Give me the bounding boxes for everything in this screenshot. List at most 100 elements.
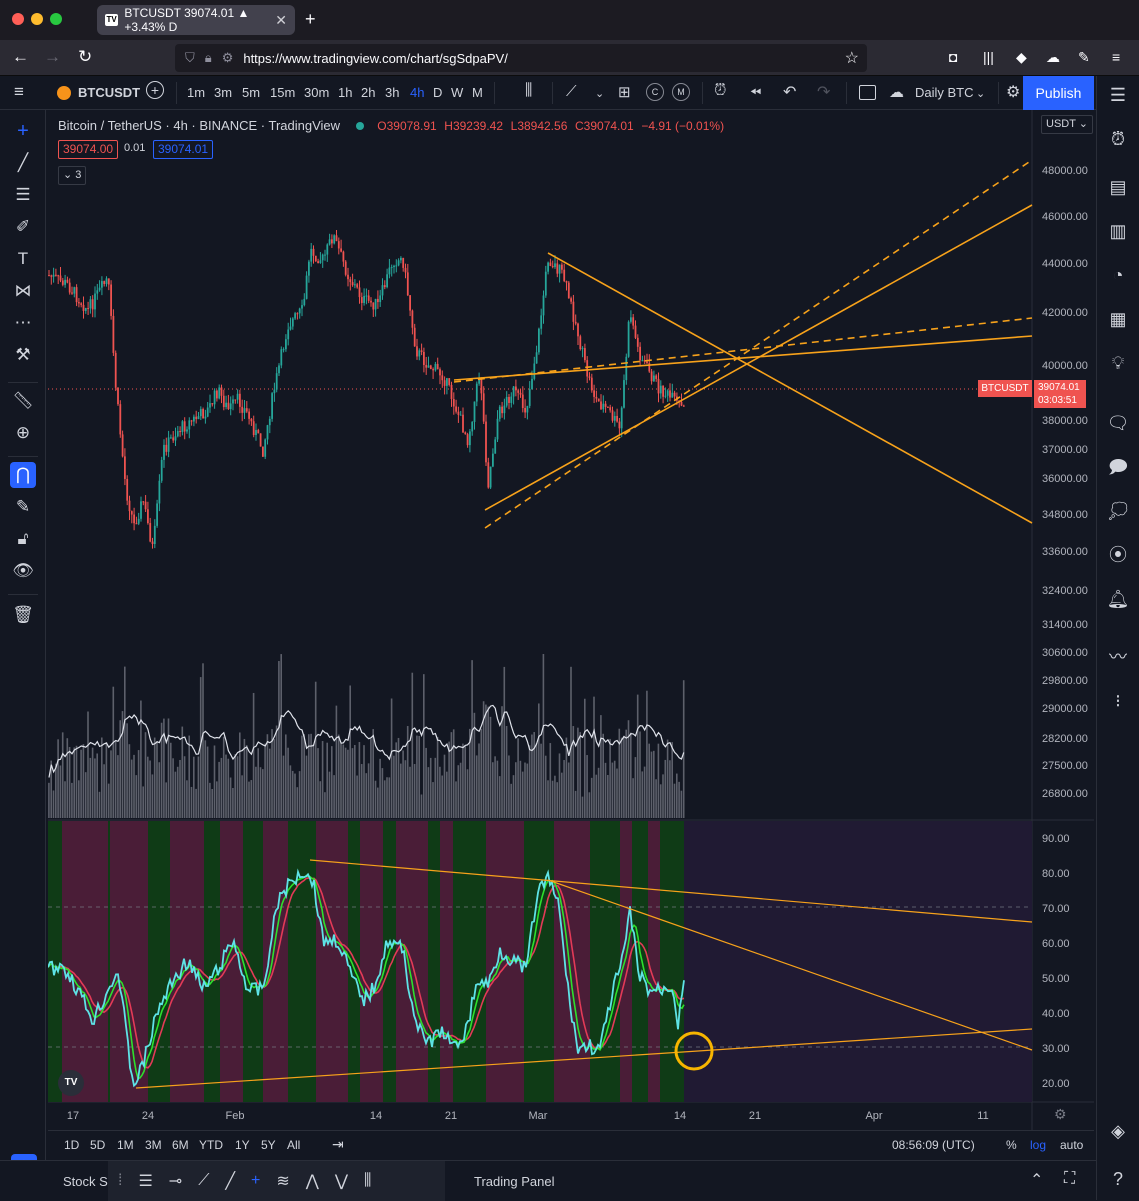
- horizontal-ray-icon[interactable]: ⊸: [169, 1171, 182, 1191]
- symbol-title[interactable]: Bitcoin / TetherUS · 4h · BINANCE · Trad…: [58, 118, 340, 133]
- layers-icon[interactable]: ◈: [1105, 1118, 1131, 1144]
- trading-panel-tab[interactable]: Trading Panel: [474, 1174, 554, 1189]
- idea-stream-icon[interactable]: 💭︎: [1105, 498, 1131, 524]
- interval-3h[interactable]: 3h: [385, 85, 399, 100]
- trend-drawings[interactable]: [453, 159, 1033, 529]
- range-1y[interactable]: 1Y: [235, 1138, 250, 1152]
- indicators-icon[interactable]: ⟋: [566, 83, 577, 100]
- lock-drawings-icon[interactable]: 🔓︎: [10, 526, 36, 552]
- redo-icon[interactable]: ↷: [817, 82, 830, 102]
- stay-in-drawing-mode-icon[interactable]: ✎: [10, 494, 36, 520]
- compare-symbol-button[interactable]: +: [146, 81, 164, 99]
- main-menu-icon[interactable]: ≡: [14, 82, 24, 102]
- descending-trendline[interactable]: [547, 252, 1033, 524]
- streams-chat-icon[interactable]: 🗩︎: [1105, 454, 1131, 480]
- menu-icon[interactable]: ≡: [1112, 49, 1120, 65]
- axis-settings-gear-icon[interactable]: ⚙︎: [1054, 1106, 1067, 1123]
- maximize-window-button[interactable]: [50, 13, 62, 25]
- candles-chart-type-icon[interactable]: ⫼: [525, 82, 532, 100]
- ascending-trendline-dashed[interactable]: [484, 159, 1033, 529]
- shapes-icon[interactable]: ⚒: [10, 342, 36, 368]
- buy-price-box[interactable]: 39074.01: [153, 140, 214, 159]
- shield-icon[interactable]: ⛉: [185, 50, 195, 66]
- prediction-icon[interactable]: ⋯: [10, 310, 36, 336]
- currency-selector[interactable]: USDT ⌄: [1041, 115, 1094, 134]
- hotlist-fire-icon[interactable]: ◔: [1105, 262, 1131, 288]
- forward-button[interactable]: →: [44, 48, 61, 66]
- goto-date-icon[interactable]: ⇥: [332, 1136, 344, 1153]
- library-icon[interactable]: |||: [983, 49, 994, 65]
- url-bar[interactable]: ⛉ 🔒︎ ⚙︎ https://www.tradingview.com/char…: [175, 44, 867, 72]
- broadcast-icon[interactable]: ⦿: [1105, 542, 1131, 568]
- m-icon[interactable]: M: [672, 83, 690, 101]
- trash-icon[interactable]: 🗑︎: [10, 602, 36, 628]
- hide-drawings-eye-icon[interactable]: 👁︎: [10, 558, 36, 584]
- price-chart-canvas[interactable]: 48000.00 46000.00 44000.00 42000.00 40000.00…: [48, 110, 1094, 1130]
- stock-screener-tab[interactable]: Stock Sc: [63, 1174, 114, 1189]
- chats-icon[interactable]: 🗨︎: [1105, 410, 1131, 436]
- range-6m[interactable]: 6M: [172, 1138, 189, 1152]
- metamask-extension-icon[interactable]: ◆: [1016, 49, 1027, 66]
- calendar-icon[interactable]: ▦: [1105, 306, 1131, 332]
- abc-pattern-icon[interactable]: ⋀: [306, 1171, 319, 1191]
- pattern-icon[interactable]: ⋈: [10, 278, 36, 304]
- utc-clock[interactable]: 08:56:09 (UTC): [892, 1138, 975, 1152]
- horizontal-lines-icon[interactable]: ☰: [138, 1171, 152, 1191]
- ray-icon[interactable]: ╱: [225, 1171, 235, 1191]
- permissions-icon[interactable]: ⚙︎: [222, 50, 234, 66]
- market-signals-icon[interactable]: 〰: [1105, 644, 1131, 670]
- notifications-bell-icon[interactable]: 🔔︎: [1105, 586, 1131, 612]
- magnet-icon[interactable]: ⋂: [10, 462, 36, 488]
- symbol-search-button[interactable]: BTCUSDT: [78, 85, 140, 100]
- extension-icon[interactable]: ✎: [1078, 49, 1090, 66]
- chart-legend[interactable]: Bitcoin / TetherUS · 4h · BINANCE · Trad…: [58, 118, 724, 133]
- zoom-in-icon[interactable]: ⊕: [10, 420, 36, 446]
- range-ytd[interactable]: YTD: [199, 1138, 223, 1152]
- chevron-down-icon[interactable]: ⌄: [595, 87, 604, 100]
- browser-tab[interactable]: TV BTCUSDT 39074.01 ▲ +3.43% D ✕: [97, 5, 295, 35]
- text-tool-icon[interactable]: T: [10, 246, 36, 272]
- interval-2h[interactable]: 2h: [361, 85, 375, 100]
- lock-icon[interactable]: 🔒︎: [205, 50, 212, 66]
- fib-channel-icon[interactable]: ≋: [276, 1171, 289, 1191]
- brush-icon[interactable]: ✐: [10, 214, 36, 240]
- fullscreen-icon[interactable]: [859, 85, 876, 100]
- maximize-panel-icon[interactable]: ⛶: [1064, 1170, 1075, 1188]
- cloud-save-icon[interactable]: ☁: [889, 83, 904, 101]
- cloud-extension-icon[interactable]: ☁: [1046, 49, 1060, 66]
- reload-button[interactable]: ↻: [78, 48, 92, 66]
- crosshair-tool-icon[interactable]: +: [251, 1172, 260, 1190]
- ruler-icon[interactable]: 📏︎: [10, 388, 36, 414]
- interval-15m[interactable]: 15m: [270, 85, 295, 100]
- minimize-window-button[interactable]: [31, 13, 43, 25]
- alerts-clock-icon[interactable]: ⏰︎: [1105, 126, 1131, 152]
- interval-M[interactable]: M: [472, 85, 483, 100]
- hotlists-icon[interactable]: ▥: [1105, 218, 1131, 244]
- trend-angle-icon[interactable]: ⟋: [198, 1172, 209, 1190]
- percent-toggle[interactable]: %: [1006, 1138, 1017, 1152]
- replay-icon[interactable]: ⏪︎: [750, 84, 761, 101]
- interval-1h[interactable]: 1h: [338, 85, 352, 100]
- data-window-icon[interactable]: ▤: [1105, 174, 1131, 200]
- horizontal-trendline[interactable]: [453, 335, 1033, 381]
- interval-1m[interactable]: 1m: [187, 85, 205, 100]
- back-button[interactable]: ←: [12, 48, 29, 66]
- trend-line-icon[interactable]: ╱: [10, 150, 36, 176]
- fib-retracement-icon[interactable]: ☰: [10, 182, 36, 208]
- interval-W[interactable]: W: [451, 85, 463, 100]
- range-5d[interactable]: 5D: [90, 1138, 105, 1152]
- alert-icon[interactable]: ⏰︎: [714, 82, 726, 100]
- interval-5m[interactable]: 5m: [242, 85, 260, 100]
- pocket-icon[interactable]: ◘: [949, 49, 957, 65]
- range-1m[interactable]: 1M: [117, 1138, 134, 1152]
- collapse-panel-icon[interactable]: ⌃: [1030, 1170, 1043, 1190]
- interval-30m[interactable]: 30m: [304, 85, 329, 100]
- watchlist-icon[interactable]: ☰: [1105, 82, 1131, 108]
- close-window-button[interactable]: [12, 13, 24, 25]
- publish-button[interactable]: Publish: [1023, 76, 1094, 110]
- range-all[interactable]: All: [287, 1138, 300, 1152]
- close-tab-icon[interactable]: ✕: [275, 12, 287, 29]
- bookmark-star-icon[interactable]: ☆: [845, 48, 859, 68]
- interval-4h[interactable]: 4h: [410, 85, 424, 100]
- order-panel-icon[interactable]: ⁝: [1105, 688, 1131, 714]
